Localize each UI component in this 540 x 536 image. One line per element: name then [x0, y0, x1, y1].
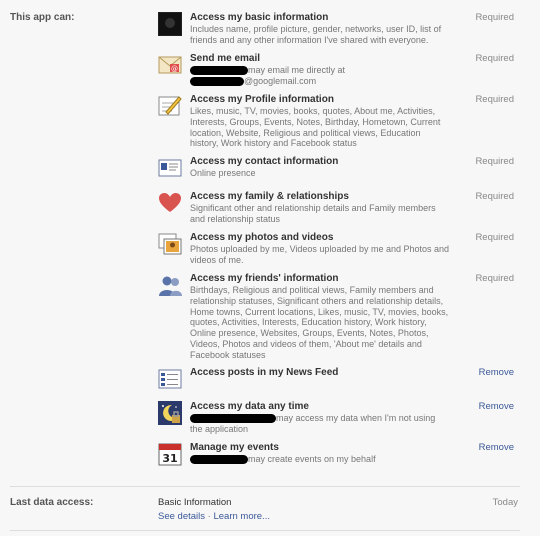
permission-status: Required — [475, 156, 514, 167]
learn-more-link[interactable]: Learn more... — [213, 511, 270, 522]
last-data-access-info: Basic Information — [158, 497, 232, 508]
permission-description: Significant other and relationship detai… — [190, 203, 436, 224]
email-domain: @googlemail.com — [244, 75, 317, 86]
permission-title: Access my photos and videos — [190, 232, 334, 243]
permission-contact-info: Access my contact information Online pre… — [158, 156, 518, 186]
calendar-icon: 31 — [158, 442, 182, 466]
permission-friends-info: Access my friends' information Birthdays… — [158, 273, 518, 363]
permission-family: Access my family & relationships Signifi… — [158, 191, 518, 227]
permission-title: Manage my events — [190, 442, 279, 453]
permission-title: Access my family & relationships — [190, 191, 349, 202]
moon-night-icon — [158, 401, 182, 425]
permission-profile-info: Access my Profile information Likes, mus… — [158, 94, 518, 154]
permission-email: @ Send me email may email me directly at… — [158, 53, 518, 89]
permission-status: Required — [475, 273, 514, 284]
contact-card-icon — [158, 156, 182, 180]
calendar-day: 31 — [162, 452, 177, 465]
permission-title: Access my data any time — [190, 401, 309, 412]
permission-status: Required — [475, 94, 514, 105]
remove-button[interactable]: Remove — [479, 442, 514, 453]
footer-links: See details · Learn more... — [158, 511, 270, 522]
permission-news-feed: Access posts in my News Feed Remove — [158, 367, 518, 395]
permission-description: Online presence — [190, 168, 256, 178]
pencil-profile-icon — [158, 94, 182, 118]
permission-events: 31 Manage my events may create events on… — [158, 442, 518, 472]
permission-status: Required — [475, 232, 514, 243]
permission-title: Send me email — [190, 53, 261, 64]
permission-description: may email me directly at — [248, 65, 346, 75]
see-details-link[interactable]: See details — [158, 511, 205, 522]
permission-description: Likes, music, TV, movies, books, quotes,… — [190, 106, 441, 149]
photos-icon — [158, 232, 182, 256]
permission-status: Required — [475, 12, 514, 23]
permission-status: Required — [475, 191, 514, 202]
redacted-text — [190, 66, 248, 76]
heart-icon — [158, 191, 182, 215]
permission-description: Photos uploaded by me, Videos uploaded b… — [190, 244, 450, 265]
svg-text:@: @ — [171, 65, 178, 73]
permission-title: Access my Profile information — [190, 94, 334, 105]
profile-picture-icon — [158, 12, 182, 36]
permission-photos: Access my photos and videos Photos uploa… — [158, 232, 518, 268]
permission-description: Includes name, profile picture, gender, … — [190, 24, 442, 45]
news-feed-icon — [158, 367, 182, 391]
permission-description: may create events on my behalf — [248, 454, 376, 464]
permission-offline-access: Access my data any time may access my da… — [158, 401, 518, 437]
section-label: This app can: — [10, 12, 75, 23]
last-access-time: Today — [492, 497, 518, 508]
permission-title: Access my contact information — [190, 156, 339, 167]
permission-title: Access my basic information — [190, 12, 329, 23]
last-data-access-label: Last data access: — [10, 497, 94, 508]
envelope-icon: @ — [158, 53, 182, 77]
remove-button[interactable]: Remove — [479, 401, 514, 412]
permission-description: Birthdays, Religious and political views… — [190, 285, 449, 360]
divider — [10, 486, 520, 487]
permission-status: Required — [475, 53, 514, 64]
redacted-text — [190, 76, 244, 86]
friends-icon — [158, 273, 182, 297]
divider — [10, 530, 520, 531]
permission-title: Access my friends' information — [190, 273, 339, 284]
remove-button[interactable]: Remove — [479, 367, 514, 378]
permission-basic-info: Access my basic information Includes nam… — [158, 12, 518, 52]
redacted-text — [190, 414, 276, 424]
redacted-text — [190, 455, 248, 465]
permission-title: Access posts in my News Feed — [190, 367, 339, 378]
